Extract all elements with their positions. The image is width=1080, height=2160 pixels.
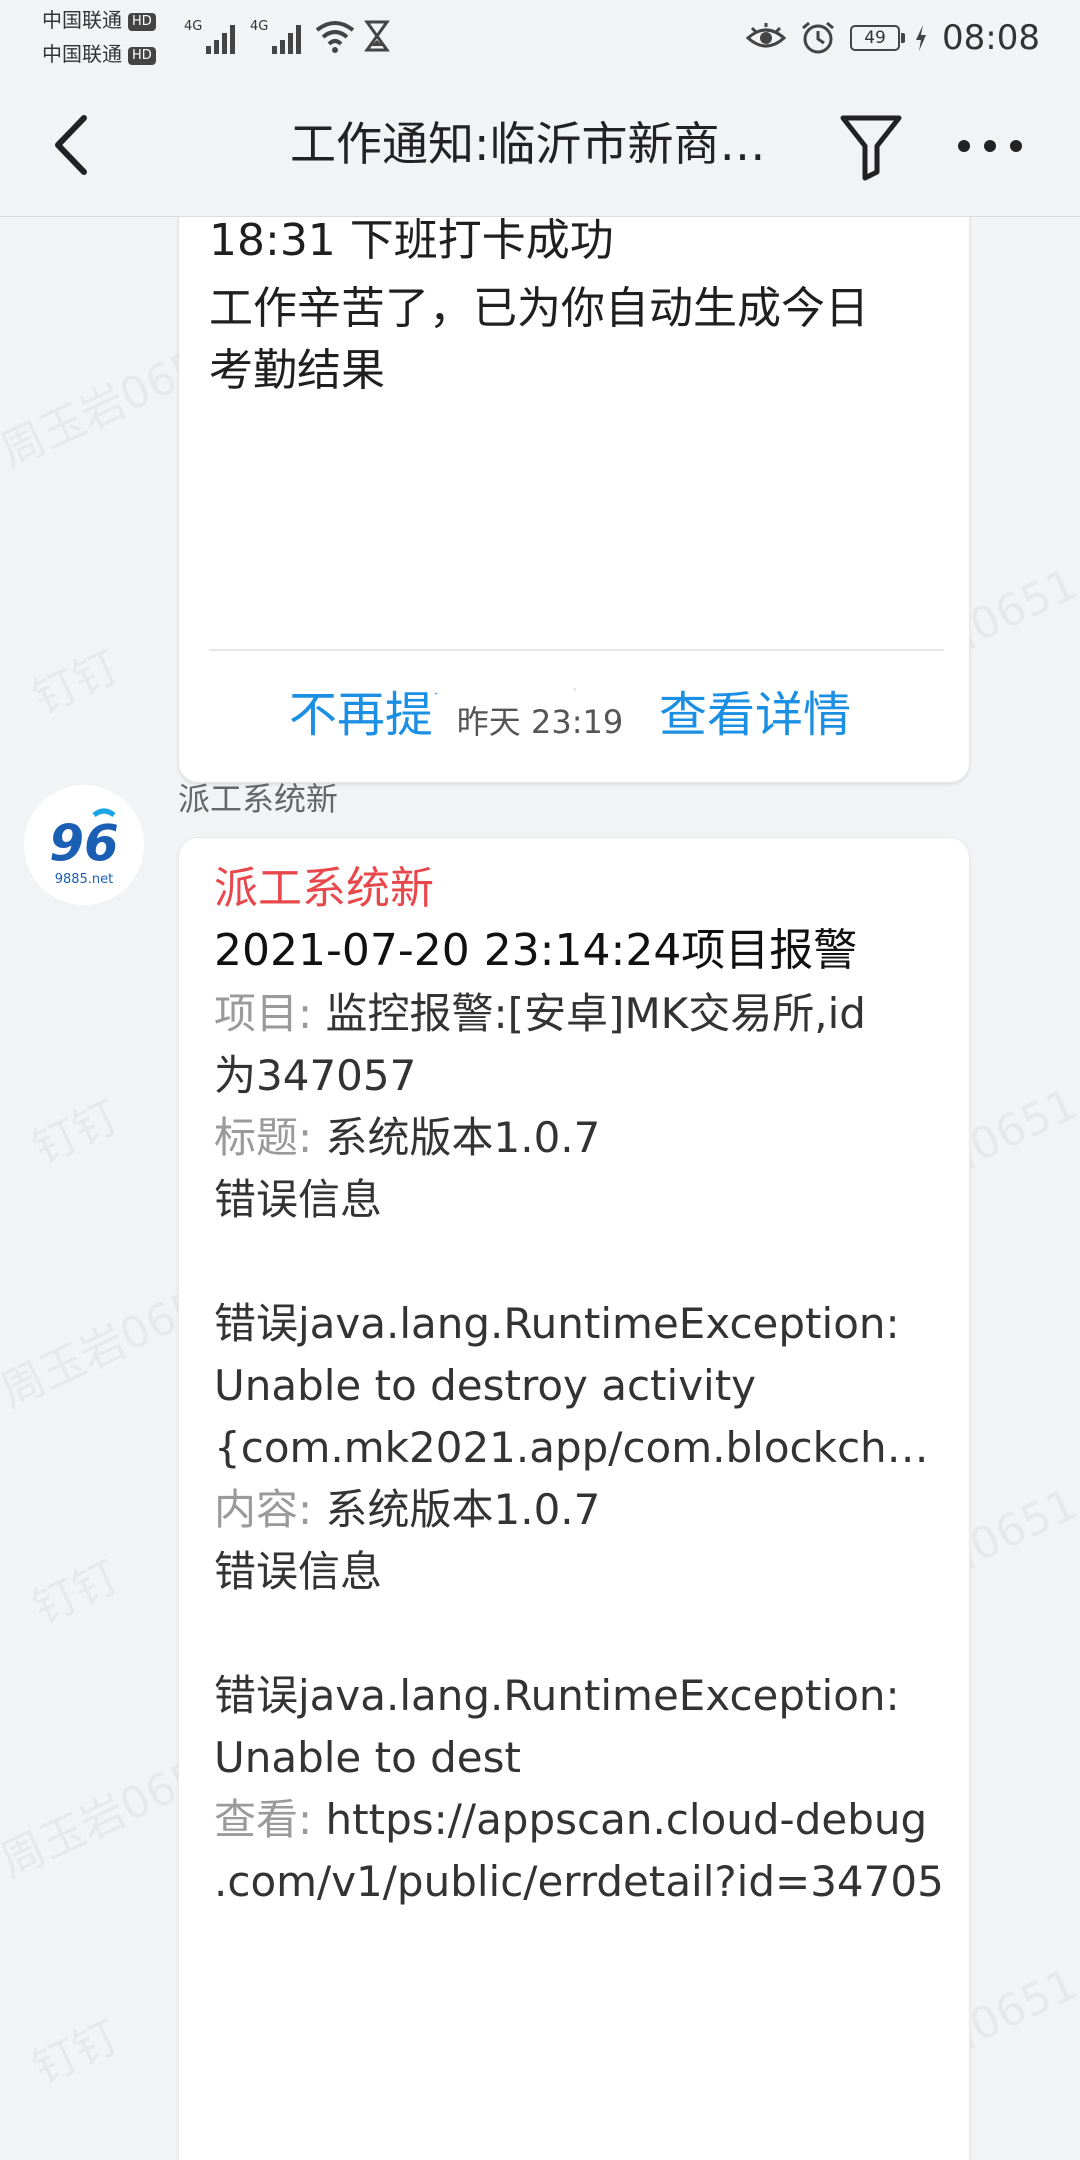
filter-icon[interactable] [838,110,904,182]
watermark-app: 钉钉 [21,1541,128,1636]
attendance-line-1: 18:31 下班打卡成功 [209,217,614,266]
network-2-label: 4G [250,19,268,34]
carrier-1-name: 中国联通 [42,8,122,32]
message-headline: 2021-07-20 23:14:24项目报警 [214,925,858,976]
timestamp-chip: 昨天 23:19 [431,691,649,753]
message-title: 派工系统新 [214,863,434,914]
watermark-app: 钉钉 [21,631,128,726]
content-value: 系统版本1.0.7 [325,1485,601,1534]
subject-value: 系统版本1.0.7 [325,1113,601,1162]
view-label: 查看: [214,1795,326,1844]
alarm-icon [802,21,834,54]
wifi-icon [315,21,355,53]
svg-text:96: 96 [49,814,119,872]
status-bar: 中国联通 HD 中国联通 HD 4G 4G 49 08:08 [0,0,1080,72]
content-label: 内容: [214,1485,326,1534]
subject-label: 标题: [214,1113,326,1162]
subject-line-2: 错误信息 [214,1175,383,1224]
carrier-2: 中国联通 HD [42,42,156,66]
alert-message-card[interactable]: 派工系统新 2021-07-20 23:14:24项目报警 项目: 监控报警:[… [178,837,970,2160]
view-details-button[interactable]: 查看详情 [659,680,851,750]
avatar[interactable]: 96 9885.net [24,785,144,905]
hourglass-icon [364,20,390,52]
content-line-4: 错误java.lang.RuntimeException: [214,1671,900,1720]
sender-name: 派工系统新 [178,780,339,818]
hd-badge: HD [128,13,156,31]
watermark-app: 钉钉 [21,2001,128,2096]
carrier-1: 中国联通 HD [42,8,156,32]
status-time: 08:08 [942,18,1040,58]
project-row: 项目: 监控报警:[安卓]MK交易所,id [214,983,944,1045]
more-icon[interactable] [955,126,1025,166]
card-divider [209,649,944,651]
content-row: 内容: 系统版本1.0.7 [214,1479,944,1541]
nav-bar: 工作通知:临沂市新商… [0,72,1080,217]
carrier-2-name: 中国联通 [42,42,122,66]
charging-icon [916,25,927,51]
avatar-text: 9885.net [55,872,114,887]
watermark-app: 钉钉 [21,1081,128,1176]
project-value: 监控报警:[安卓]MK交易所,id [325,989,866,1038]
content-line-5: Unable to dest [214,1733,521,1782]
subject-line-5: Unable to destroy activity [214,1361,757,1410]
project-label: 项目: [214,989,326,1038]
subject-row: 标题: 系统版本1.0.7 [214,1107,944,1169]
project-value-cont: 为347057 [214,1051,417,1100]
signal-icon-2: 4G [250,19,301,54]
signal-icon-1: 4G [184,19,235,54]
content-line-2: 错误信息 [214,1547,383,1596]
network-1-label: 4G [184,19,202,34]
hd-badge-2: HD [128,47,156,65]
avatar-logo-icon: 96 9885.net [24,785,144,905]
subject-line-6: {com.mk2021.app/com.blockcha… [214,1423,944,1472]
page-title: 工作通知:临沂市新商… [290,117,766,171]
attendance-line-3: 考勤结果 [209,345,385,396]
battery-icon: 49 [850,25,906,51]
status-right: 49 08:08 [746,18,1040,58]
view-link[interactable]: https://appscan.cloud-debug [326,1795,928,1844]
eye-icon [746,23,787,48]
attendance-line-2: 工作辛苦了，已为你自动生成今日 [209,283,869,334]
view-link-cont[interactable]: .com/v1/public/errdetail?id=347057 [214,1851,944,1913]
view-row: 查看: https://appscan.cloud-debug [214,1789,944,1851]
back-arrow-icon[interactable] [40,110,110,180]
chat-area[interactable]: 周玉岩0651 周玉岩0651 周玉岩0651 钉钉 钉钉 钉钉 周玉岩0651… [0,217,1080,2160]
subject-line-4: 错误java.lang.RuntimeException: [214,1299,900,1348]
